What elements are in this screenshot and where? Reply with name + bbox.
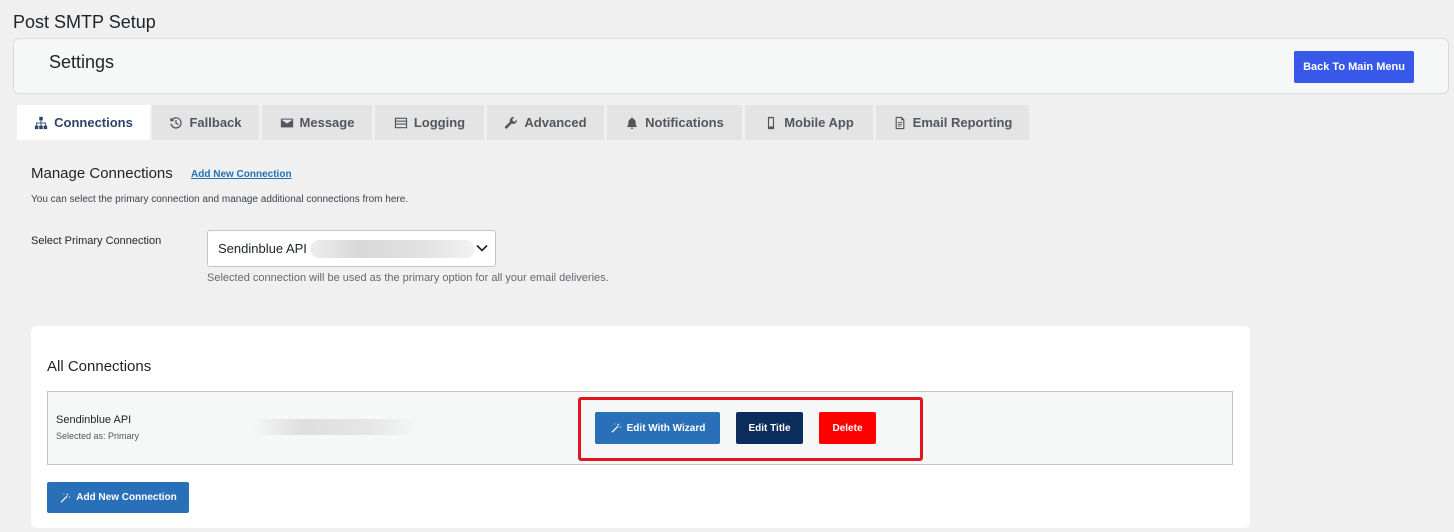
tab-connections[interactable]: Connections bbox=[17, 105, 150, 140]
connection-status: Selected as: Primary bbox=[56, 431, 140, 441]
bell-icon bbox=[627, 116, 637, 129]
button-label: Add New Connection bbox=[76, 492, 177, 503]
magic-wand-icon bbox=[611, 423, 622, 433]
sitemap-icon bbox=[35, 116, 48, 129]
chevron-down-icon bbox=[476, 244, 488, 252]
page-title: Post SMTP Setup bbox=[13, 12, 156, 32]
tab-label: Email Reporting bbox=[912, 115, 1013, 130]
tab-label: Notifications bbox=[645, 115, 724, 130]
tab-label: Logging bbox=[413, 115, 466, 130]
tab-advanced[interactable]: Advanced bbox=[487, 105, 604, 140]
primary-connection-label: Select Primary Connection bbox=[31, 235, 162, 247]
envelope-icon bbox=[280, 118, 293, 127]
tab-mobile-app[interactable]: Mobile App bbox=[745, 105, 873, 140]
redacted-email bbox=[310, 240, 475, 258]
tab-logging[interactable]: Logging bbox=[375, 105, 484, 140]
edit-with-wizard-button[interactable]: Edit With Wizard bbox=[595, 412, 720, 444]
tab-label: Message bbox=[299, 115, 355, 130]
tab-email-reporting[interactable]: Email Reporting bbox=[876, 105, 1029, 140]
settings-header-card bbox=[13, 38, 1449, 94]
delete-button[interactable]: Delete bbox=[819, 412, 876, 444]
tab-label: Advanced bbox=[524, 115, 587, 130]
tab-message[interactable]: Message bbox=[262, 105, 372, 140]
add-new-connection-link[interactable]: Add New Connection bbox=[191, 169, 292, 180]
all-connections-title: All Connections bbox=[47, 358, 152, 375]
add-new-connection-button[interactable]: Add New Connection bbox=[47, 482, 189, 513]
tab-label: Mobile App bbox=[784, 115, 854, 130]
manage-connections-title: Manage Connections bbox=[31, 165, 173, 182]
history-icon bbox=[170, 116, 183, 129]
report-icon bbox=[895, 116, 905, 129]
manage-connections-description: You can select the primary connection an… bbox=[31, 194, 409, 205]
edit-title-button[interactable]: Edit Title bbox=[736, 412, 803, 444]
tab-label: Connections bbox=[54, 115, 133, 130]
primary-connection-help: Selected connection will be used as the … bbox=[207, 272, 609, 284]
settings-title: Settings bbox=[49, 52, 115, 72]
magic-wand-icon bbox=[60, 492, 71, 503]
tab-label: Fallback bbox=[189, 115, 242, 130]
tab-notifications[interactable]: Notifications bbox=[607, 105, 742, 140]
wrench-icon bbox=[505, 116, 518, 129]
back-to-main-menu-button[interactable]: Back To Main Menu bbox=[1294, 51, 1414, 83]
button-label: Edit With Wizard bbox=[626, 422, 706, 434]
tab-fallback[interactable]: Fallback bbox=[152, 105, 259, 140]
primary-connection-value: Sendinblue API ( bbox=[218, 241, 315, 256]
mobile-icon bbox=[768, 116, 775, 129]
list-icon bbox=[394, 117, 407, 128]
redacted-email bbox=[253, 419, 418, 435]
connection-name: Sendinblue API bbox=[56, 414, 132, 426]
